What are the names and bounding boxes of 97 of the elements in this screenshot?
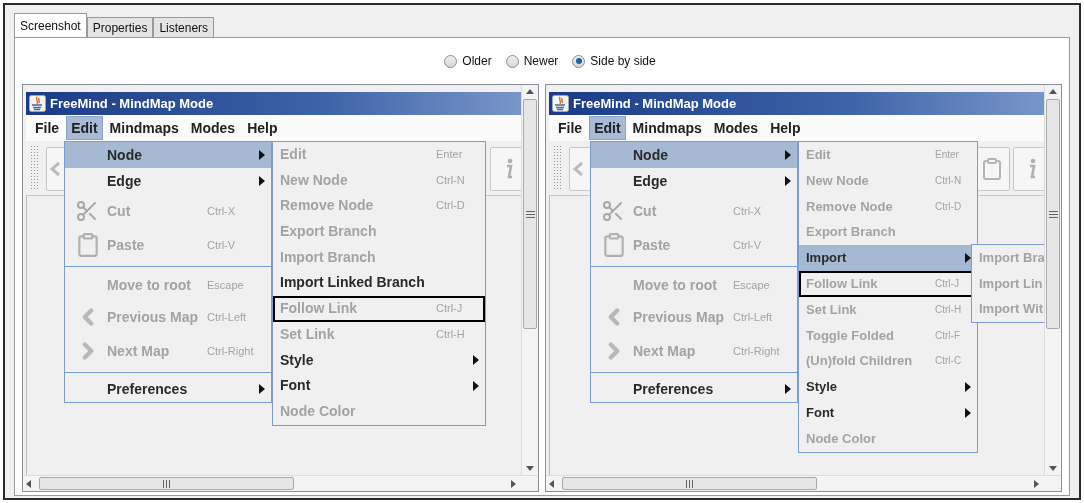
shortcut-label: Enter (436, 147, 463, 162)
menu-bar-item[interactable]: Mindmaps (104, 116, 184, 140)
caret-icon (259, 150, 265, 160)
caret-icon (473, 355, 479, 366)
scroll-right-icon[interactable] (1034, 480, 1039, 488)
shortcut-label: Ctrl-Left (207, 310, 247, 325)
menu-item[interactable]: Node (591, 142, 797, 168)
shortcut-label: Ctrl-J (935, 277, 959, 291)
window-title: FreeMind - MindMap Mode (573, 94, 737, 113)
tab[interactable]: Listeners (153, 17, 215, 37)
scissors-icon (601, 199, 625, 223)
menu-item[interactable]: Import Linked Branch (273, 270, 485, 297)
menu-item[interactable]: Edge (65, 168, 271, 194)
scroll-left-icon[interactable] (26, 480, 31, 488)
shortcut-label: Ctrl-C (935, 354, 962, 369)
caret-icon (785, 384, 791, 394)
grip-icon (525, 210, 535, 218)
clipboard-icon (75, 232, 101, 258)
menu-bar-item[interactable]: Help (242, 116, 283, 140)
shortcut-label: Ctrl-H (935, 302, 962, 317)
menu-bar-item[interactable]: File (553, 116, 588, 140)
scroll-thumb[interactable] (1046, 99, 1060, 329)
radio-label: Newer (523, 53, 559, 70)
tab[interactable]: Properties (86, 17, 154, 37)
grip-icon (163, 479, 170, 488)
caret-icon (473, 381, 479, 392)
scissors-icon (75, 199, 99, 223)
menu-bar-item[interactable]: Edit (66, 116, 103, 140)
shortcut-label: Ctrl-J (436, 301, 463, 317)
menu-item[interactable]: Style (273, 347, 485, 374)
shortcut-label: Escape (207, 278, 244, 293)
vertical-scrollbar[interactable] (1044, 85, 1061, 475)
caret-icon (259, 384, 265, 394)
shortcut-label: Enter (935, 148, 959, 162)
coffee-cup-icon (552, 95, 569, 112)
scroll-right-icon[interactable] (511, 480, 516, 488)
shortcut-label: Ctrl-N (436, 172, 465, 188)
shortcut-label: Escape (733, 278, 770, 293)
scroll-down-icon[interactable] (526, 466, 534, 471)
caret-icon (965, 407, 971, 418)
grip-icon (686, 479, 693, 488)
menu-bar-item[interactable]: Modes (185, 116, 241, 140)
clipboard-icon (980, 157, 1004, 181)
toolbar-button[interactable] (1013, 147, 1044, 191)
shortcut-label: Ctrl-X (733, 204, 762, 219)
radio-label: Older (462, 53, 492, 70)
caret-icon (259, 176, 265, 186)
menu-item[interactable]: Edge (591, 168, 797, 194)
shortcut-label: Ctrl-Right (733, 344, 780, 359)
caret-icon (785, 150, 791, 160)
shortcut-label: Ctrl-X (207, 204, 236, 219)
arrow-left-icon (50, 162, 60, 176)
scroll-left-icon[interactable] (549, 480, 554, 488)
scroll-thumb[interactable] (39, 477, 294, 490)
menu-item[interactable]: Node (65, 142, 271, 168)
menu-item[interactable]: Font (273, 373, 485, 399)
radio-label: Side by side (590, 53, 656, 70)
tab[interactable]: Screenshot (14, 13, 87, 37)
caret-icon (965, 382, 971, 393)
scroll-up-icon[interactable] (526, 89, 534, 94)
scroll-up-icon[interactable] (1049, 89, 1057, 94)
shortcut-label: Ctrl-V (733, 238, 762, 253)
shortcut-label: Ctrl-Right (207, 344, 254, 359)
menu-bar-item[interactable]: Edit (589, 116, 626, 140)
toolbar-button[interactable] (490, 147, 521, 191)
menu-bar-item[interactable]: File (30, 116, 65, 140)
scroll-down-icon[interactable] (1049, 466, 1057, 471)
radio-button[interactable] (505, 54, 519, 68)
window-title: FreeMind - MindMap Mode (50, 94, 214, 113)
menu-item[interactable]: Preferences (65, 376, 271, 402)
shortcut-label: Ctrl-Left (733, 310, 773, 325)
coffee-cup-icon (29, 95, 46, 112)
scroll-thumb[interactable] (562, 477, 817, 490)
radio-button[interactable] (572, 54, 586, 68)
vertical-scrollbar[interactable] (521, 85, 538, 475)
menu-bar-item[interactable]: Mindmaps (627, 116, 707, 140)
shortcut-label: Ctrl-N (935, 173, 962, 188)
shortcut-label: Ctrl-F (935, 328, 960, 343)
info-icon (1027, 158, 1037, 180)
clipboard-icon (601, 232, 627, 258)
shortcut-label: Ctrl-D (436, 198, 465, 214)
menu-item[interactable]: Style (799, 374, 977, 400)
menu-item[interactable]: Font (799, 399, 977, 426)
shortcut-label: Ctrl-H (436, 326, 465, 342)
shortcut-label: Ctrl-V (207, 238, 236, 253)
grip-icon (1048, 210, 1058, 218)
shortcut-label: Ctrl-D (935, 199, 962, 214)
radio-button[interactable] (444, 54, 458, 68)
scroll-thumb[interactable] (523, 99, 537, 329)
menu-bar-item[interactable]: Help (765, 116, 806, 140)
menu-bar-item[interactable]: Modes (708, 116, 764, 140)
horizontal-scrollbar[interactable] (546, 475, 1061, 491)
info-icon (504, 158, 514, 180)
menu-item[interactable]: Preferences (591, 376, 797, 402)
arrow-left-icon (573, 162, 583, 176)
horizontal-scrollbar[interactable] (23, 475, 538, 491)
caret-icon (785, 176, 791, 186)
